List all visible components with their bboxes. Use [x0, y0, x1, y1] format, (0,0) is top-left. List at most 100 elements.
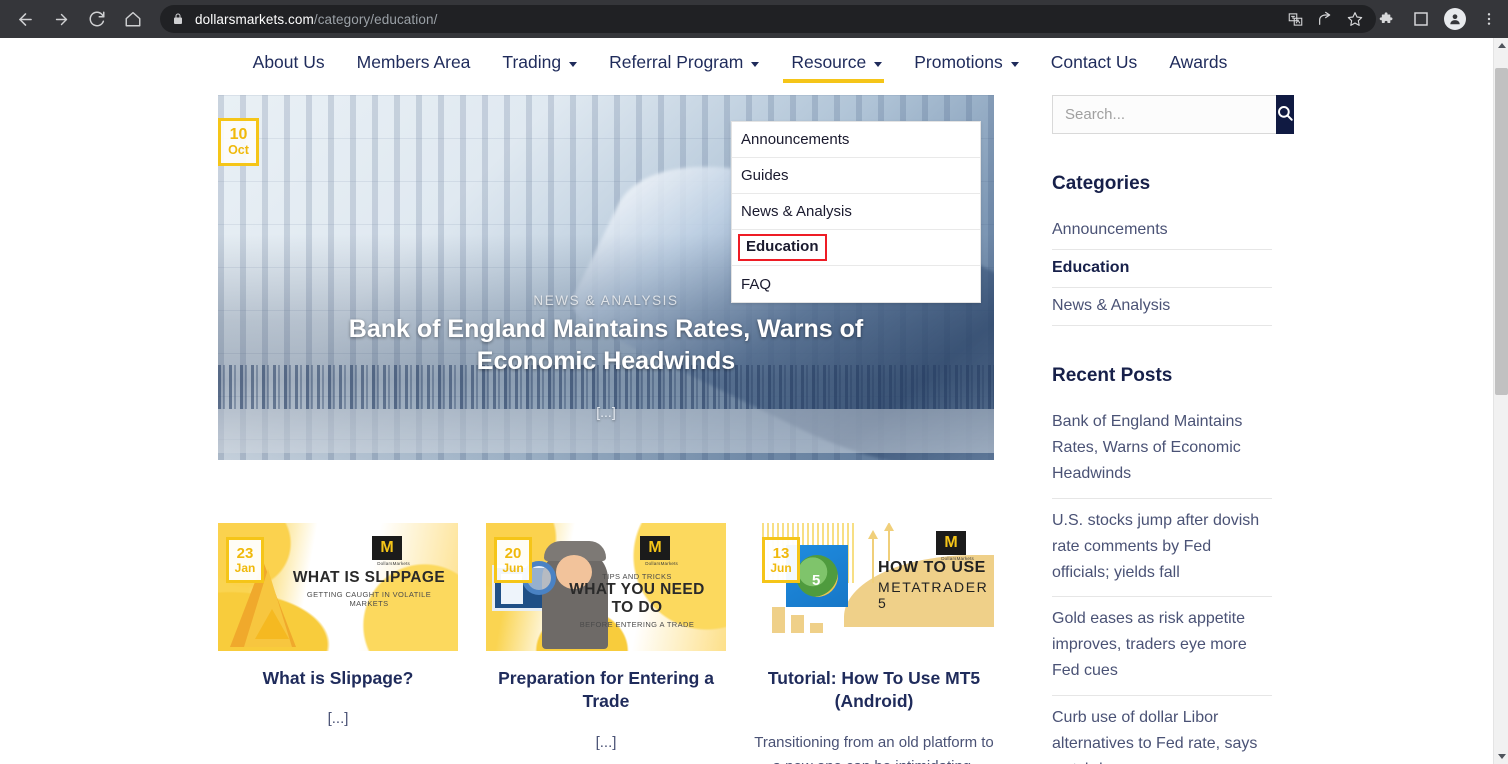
- dropdown-item-label: FAQ: [741, 275, 772, 293]
- profile-avatar-icon[interactable]: [1440, 4, 1470, 34]
- nav-item-referral-program[interactable]: Referral Program: [593, 46, 775, 85]
- post-thumbnail[interactable]: M DollarsMarkets TIPS AND TRICKS WHAT YO…: [486, 523, 726, 651]
- recent-post-item[interactable]: Bank of England Maintains Rates, Warns o…: [1052, 409, 1272, 499]
- post-date-month: Jun: [502, 560, 524, 575]
- nav-item-contact-us[interactable]: Contact Us: [1035, 46, 1154, 85]
- post-thumbnail[interactable]: M DollarsMarkets WHAT IS SLIPPAGE GETTIN…: [218, 523, 458, 651]
- post-date-day: 13: [772, 544, 790, 562]
- category-list-item[interactable]: Announcements: [1052, 217, 1272, 250]
- nav-item-resource[interactable]: Resource: [775, 46, 898, 85]
- bar-chart-graphic: [772, 607, 823, 633]
- nav-label: Members Area: [356, 52, 471, 72]
- hero-date-day: 10: [229, 126, 248, 144]
- post-excerpt[interactable]: [...]: [486, 731, 726, 755]
- post-date-day: 20: [504, 544, 522, 562]
- site-navigation: About Us Members Area Trading Referral P…: [0, 46, 1480, 85]
- translate-icon[interactable]: [1281, 5, 1309, 33]
- address-bar-text: dollarsmarkets.com/category/education/: [195, 12, 437, 27]
- share-icon[interactable]: [1311, 5, 1339, 33]
- dropdown-item-guides[interactable]: Guides: [732, 158, 980, 194]
- dropdown-item-label: Announcements: [741, 131, 850, 148]
- warning-triangle-icon: [255, 609, 289, 639]
- hero-date-badge: 10 Oct: [218, 118, 259, 166]
- star-icon[interactable]: [1341, 5, 1369, 33]
- recent-post-item[interactable]: Gold eases as risk appetite improves, tr…: [1052, 597, 1272, 697]
- address-bar[interactable]: dollarsmarkets.com/category/education/: [160, 5, 1376, 33]
- nav-item-promotions[interactable]: Promotions: [898, 46, 1035, 85]
- up-arrow-icon: [884, 523, 894, 561]
- recent-posts-heading: Recent Posts: [1052, 365, 1173, 386]
- scrollbar-up-arrow-icon[interactable]: [1494, 38, 1508, 53]
- category-list-item[interactable]: News & Analysis: [1052, 288, 1272, 326]
- thumbnail-heading: HOW TO USE: [878, 559, 986, 576]
- dropdown-item-education[interactable]: Education: [732, 230, 980, 266]
- thumbnail-heading-block: TIPS AND TRICKS WHAT YOU NEED TO DO BEFO…: [558, 569, 716, 629]
- avatar: [1444, 8, 1466, 30]
- brand-logo-caption: DollarsMarkets: [645, 561, 678, 566]
- home-icon[interactable]: [116, 2, 150, 36]
- post-title[interactable]: Preparation for Entering a Trade: [486, 667, 726, 714]
- dropdown-item-label: Guides: [741, 167, 789, 184]
- side-panel-icon[interactable]: [1406, 4, 1436, 34]
- post-card-grid: M DollarsMarkets WHAT IS SLIPPAGE GETTIN…: [218, 523, 994, 764]
- brand-logo-icon: M: [936, 531, 966, 555]
- dropdown-item-announcements[interactable]: Announcements: [732, 122, 980, 158]
- search-input[interactable]: [1052, 95, 1276, 134]
- chevron-down-icon: [751, 61, 760, 67]
- categories-heading: Categories: [1052, 173, 1151, 194]
- sidebar: Categories Announcements Education News …: [1052, 95, 1294, 764]
- three-dot-menu-icon[interactable]: [1474, 4, 1504, 34]
- thumbnail-subheading: GETTING CAUGHT IN VOLATILE MARKETS: [306, 590, 432, 608]
- chevron-down-icon: [874, 61, 883, 67]
- browser-toolbar-right: [1372, 2, 1504, 36]
- dropdown-item-faq[interactable]: FAQ: [732, 266, 980, 302]
- puzzle-extension-icon[interactable]: [1372, 4, 1402, 34]
- post-card[interactable]: M DollarsMarkets TIPS AND TRICKS WHAT YO…: [486, 523, 726, 764]
- scrollbar-down-arrow-icon[interactable]: [1494, 749, 1508, 764]
- search-submit-button[interactable]: [1276, 95, 1294, 134]
- lock-icon: [172, 13, 184, 25]
- nav-item-members-area[interactable]: Members Area: [341, 46, 487, 85]
- nav-item-awards[interactable]: Awards: [1153, 46, 1243, 85]
- nav-item-trading[interactable]: Trading: [486, 46, 593, 85]
- chevron-down-icon: [569, 61, 578, 67]
- nav-label: Referral Program: [609, 52, 744, 72]
- recent-post-item[interactable]: Curb use of dollar Libor alternatives to…: [1052, 696, 1272, 764]
- post-title[interactable]: Tutorial: How To Use MT5 (Android): [754, 667, 994, 714]
- hero-title[interactable]: Bank of England Maintains Rates, Warns o…: [346, 314, 866, 378]
- reload-icon[interactable]: [80, 2, 114, 36]
- post-date-badge: 20 Jun: [494, 537, 532, 583]
- recent-posts-list: Bank of England Maintains Rates, Warns o…: [1052, 409, 1272, 764]
- recent-post-item[interactable]: U.S. stocks jump after dovish rate comme…: [1052, 499, 1272, 598]
- post-date-day: 23: [236, 544, 254, 562]
- scrollbar-thumb[interactable]: [1495, 68, 1508, 395]
- thumbnail-heading-block: WHAT IS SLIPPAGE GETTING CAUGHT IN VOLAT…: [290, 569, 448, 608]
- thumbnail-subheading: METATRADER 5: [878, 579, 989, 611]
- nav-label: About Us: [252, 52, 325, 72]
- post-title[interactable]: What is Slippage?: [218, 667, 458, 690]
- post-thumbnail[interactable]: 5 M DollarsMarkets HOW TO USE METATRADER…: [754, 523, 994, 651]
- post-card[interactable]: M DollarsMarkets WHAT IS SLIPPAGE GETTIN…: [218, 523, 458, 764]
- post-excerpt[interactable]: Transitioning from an old platform to a …: [754, 731, 994, 764]
- back-arrow-icon[interactable]: [8, 2, 42, 36]
- category-list-item[interactable]: Education: [1052, 250, 1272, 288]
- brand-logo-icon: M: [640, 536, 670, 560]
- nav-item-about-us[interactable]: About Us: [237, 46, 341, 85]
- post-card[interactable]: 5 M DollarsMarkets HOW TO USE METATRADER…: [754, 523, 994, 764]
- thumbnail-heading-block: HOW TO USE METATRADER 5: [878, 559, 988, 611]
- thumbnail-eyebrow: TIPS AND TRICKS: [602, 572, 672, 581]
- post-excerpt[interactable]: [...]: [218, 707, 458, 731]
- up-arrow-icon: [868, 530, 878, 583]
- hero-read-more-link[interactable]: [...]: [218, 404, 994, 420]
- metatrader-version-number: 5: [812, 572, 821, 589]
- dropdown-item-news-analysis[interactable]: News & Analysis: [732, 194, 980, 230]
- dropdown-item-label: Education: [738, 234, 827, 261]
- browser-nav-buttons: [0, 2, 150, 36]
- page-scrollbar[interactable]: [1493, 38, 1508, 764]
- category-list: Announcements Education News & Analysis: [1052, 217, 1272, 326]
- thumbnail-heading: WHAT YOU NEED TO DO: [569, 581, 705, 616]
- chevron-down-icon: [1010, 61, 1019, 67]
- brand-logo-icon: M: [372, 536, 402, 560]
- brand-logo-caption: DollarsMarkets: [377, 561, 410, 566]
- forward-arrow-icon[interactable]: [44, 2, 78, 36]
